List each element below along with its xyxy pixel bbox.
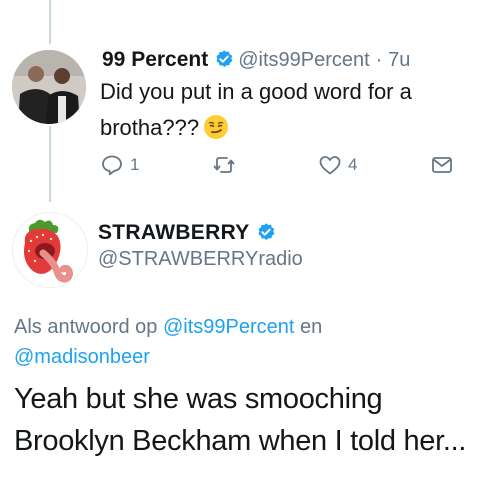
user-handle[interactable]: @its99Percent: [238, 49, 369, 71]
reply-count: 1: [130, 155, 140, 174]
display-name[interactable]: 99 Percent: [102, 48, 208, 71]
user-handle[interactable]: @STRAWBERRYradio: [98, 248, 303, 271]
display-name[interactable]: STRAWBERRY: [98, 221, 280, 245]
reply-icon: [102, 155, 122, 176]
smirk-emoji-icon: [204, 115, 229, 139]
mention-link[interactable]: @madisonbeer: [14, 346, 150, 368]
like-count: 4: [348, 155, 358, 174]
verified-badge-icon: [216, 50, 233, 67]
verified-badge-icon: [258, 223, 274, 240]
reply-button[interactable]: 1: [100, 153, 139, 177]
tweet-actions: 1 4: [100, 153, 460, 183]
reply-tweet[interactable]: STRAWBERRY @STRAWBERRYradio Als antwoord…: [0, 200, 500, 497]
avatar-image: [12, 50, 86, 124]
thread-line-bottom: [49, 126, 51, 202]
separator-dot: ·: [375, 49, 383, 71]
mention-link[interactable]: @its99Percent: [163, 316, 294, 338]
message-icon: [432, 157, 452, 173]
parent-tweet[interactable]: 99 Percent @its99Percent · 7u Did you put…: [0, 0, 500, 200]
like-button[interactable]: 4: [318, 153, 357, 177]
strawberry-avatar-image: [13, 213, 87, 287]
tweet-text: Yeah but she was smooching Brooklyn Beck…: [14, 383, 467, 457]
avatar[interactable]: [12, 50, 86, 124]
retweet-button[interactable]: [212, 153, 236, 177]
tweet-text-content: Did you put in a good word for a brotha?…: [100, 79, 412, 140]
timestamp[interactable]: 7u: [388, 49, 410, 71]
tweet-text: Did you put in a good word for a brotha?…: [100, 74, 480, 146]
tweet-header: 99 Percent @its99Percent · 7u: [102, 48, 410, 72]
display-name-text: STRAWBERRY: [98, 221, 250, 244]
reply-joiner: en: [300, 316, 323, 338]
heart-icon: [319, 156, 341, 175]
avatar[interactable]: [12, 212, 88, 288]
reply-prefix: Als antwoord op: [14, 316, 158, 338]
retweet-icon: [213, 157, 235, 173]
reply-context: Als antwoord op @its99Percent en @madiso…: [14, 312, 474, 372]
direct-message-button[interactable]: [430, 153, 454, 177]
